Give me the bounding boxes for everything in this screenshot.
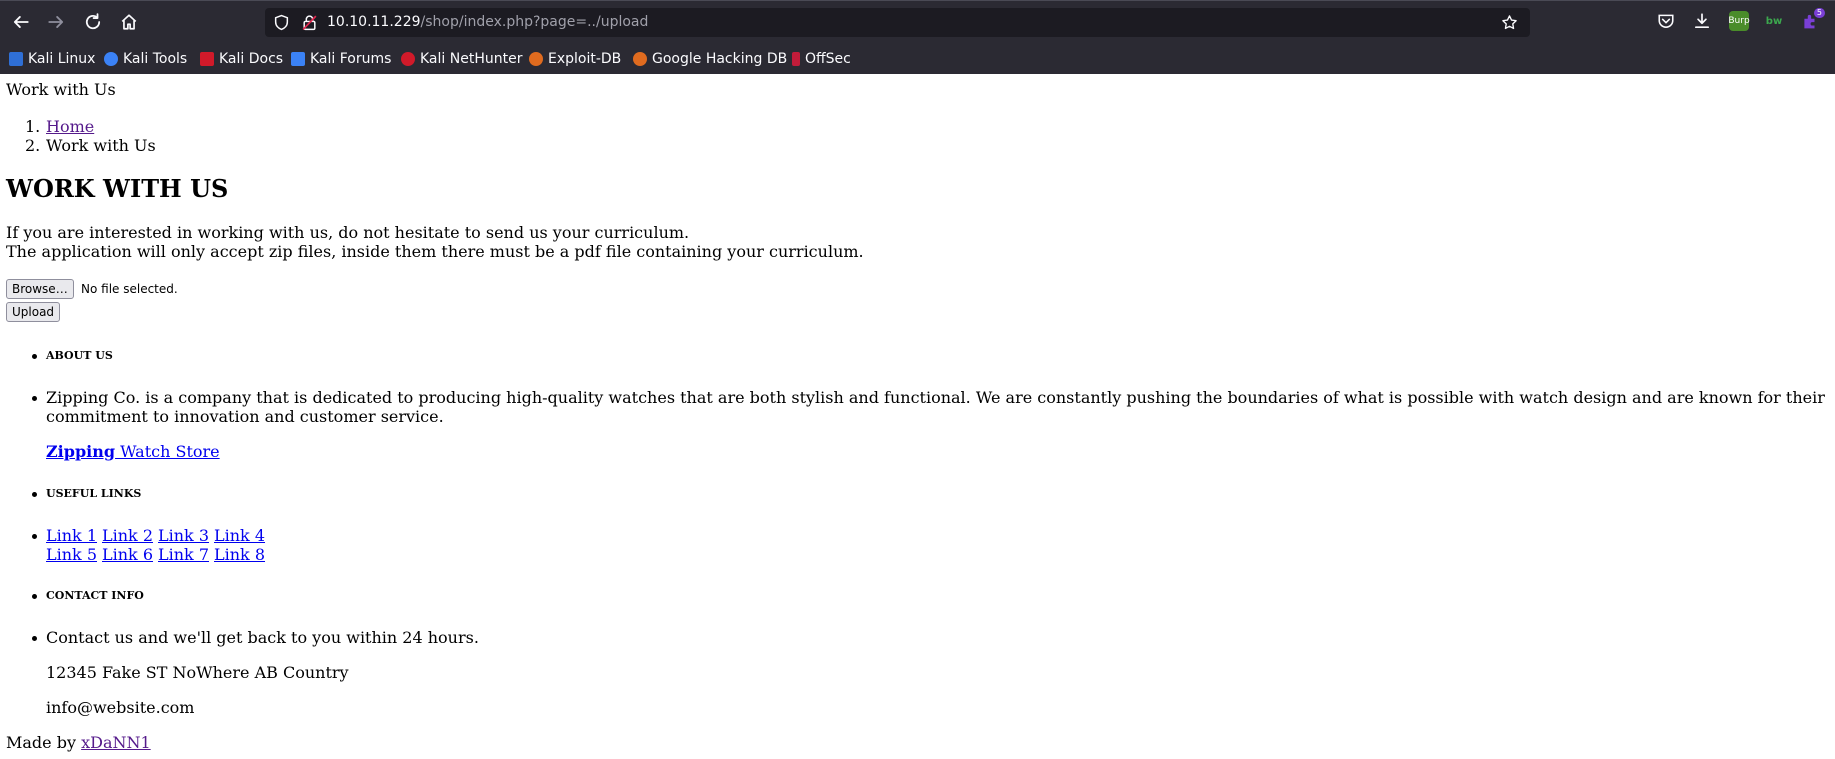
breadcrumb-home-link[interactable]: Home <box>46 117 94 136</box>
no-file-selected-text: No file selected. <box>81 282 178 296</box>
forward-button[interactable] <box>44 10 68 34</box>
footer-link-8[interactable]: Link 8 <box>214 545 265 564</box>
bookmark-kali-nethunter[interactable]: Kali NetHunter <box>401 49 522 69</box>
kali-dragon-icon <box>9 52 23 66</box>
burp-extension-label: Burp <box>1728 16 1750 26</box>
breadcrumb-number-1: 1. <box>25 117 41 136</box>
bookmark-offsec[interactable]: OffSec <box>792 49 851 69</box>
bookmark-label: Kali Linux <box>28 51 96 67</box>
extension-badge-count: 5 <box>1813 8 1825 18</box>
about-text-line-1: Zipping Co. is a company that is dedicat… <box>46 388 1825 407</box>
extension-badge-button[interactable]: 5 <box>1800 8 1825 31</box>
kali-nethunter-icon <box>401 52 415 66</box>
reload-button[interactable] <box>81 10 105 34</box>
burp-extension-icon[interactable]: Burp <box>1728 11 1750 31</box>
page-content: Work with Us 1. Home 2. Work with Us WOR… <box>0 74 1835 759</box>
browser-toolbar: 10.10.11.229/shop/index.php?page=../uplo… <box>0 0 1835 74</box>
brand-link[interactable]: Zipping Watch Store <box>46 442 220 461</box>
footer-link-4[interactable]: Link 4 <box>214 526 265 545</box>
bookmark-label: Exploit-DB <box>548 51 622 67</box>
bookmark-kali-forums[interactable]: Kali Forums <box>291 49 391 69</box>
footer-link-2[interactable]: Link 2 <box>102 526 153 545</box>
brand-bold: Zipping <box>46 442 116 461</box>
bookmark-label: Google Hacking DB <box>652 51 788 67</box>
list-bullet <box>32 594 37 599</box>
bookmark-kali-docs[interactable]: Kali Docs <box>200 49 283 69</box>
about-text-line-2: commitment to innovation and customer se… <box>46 407 444 426</box>
list-bullet <box>32 636 37 641</box>
bookmark-exploit-db[interactable]: Exploit-DB <box>529 49 621 69</box>
url-path: /shop/index.php?page=../upload <box>420 14 649 30</box>
list-bullet <box>32 492 37 497</box>
contact-email: info@website.com <box>46 698 195 717</box>
download-icon <box>1694 13 1710 29</box>
footer-link-6[interactable]: Link 6 <box>102 545 153 564</box>
home-icon <box>121 14 137 30</box>
bookmark-kali-linux[interactable]: Kali Linux <box>9 49 95 69</box>
arrow-right-icon <box>48 16 64 28</box>
about-heading: ABOUT US <box>46 349 113 362</box>
top-title: Work with Us <box>6 80 116 99</box>
url-host: 10.10.11.229 <box>327 14 421 30</box>
pocket-button[interactable] <box>1656 11 1676 31</box>
page-heading: WORK WITH US <box>6 174 229 203</box>
exploit-db-icon <box>529 52 543 66</box>
pocket-icon <box>1658 14 1674 28</box>
shield-icon[interactable] <box>273 14 290 31</box>
useful-links-heading: USEFUL LINKS <box>46 487 142 500</box>
brand-rest: Watch Store <box>115 442 220 461</box>
made-by-line: Made by xDaNN1 <box>6 733 151 752</box>
breadcrumb-current: Work with Us <box>46 136 156 155</box>
intro-line-2: The application will only accept zip fil… <box>6 242 864 261</box>
breadcrumb-number-2: 2. <box>25 136 41 155</box>
ghdb-icon <box>633 52 647 66</box>
browse-file-button[interactable]: Browse… <box>6 279 74 299</box>
url-text[interactable]: 10.10.11.229/shop/index.php?page=../uplo… <box>327 13 648 31</box>
arrow-left-icon <box>13 16 29 28</box>
bookmark-label: Kali Forums <box>310 51 392 67</box>
home-button[interactable] <box>117 10 141 34</box>
kali-forums-icon <box>291 52 305 66</box>
offsec-icon <box>792 52 800 66</box>
footer-link-7[interactable]: Link 7 <box>158 545 209 564</box>
reload-icon <box>85 13 101 30</box>
bookmark-label: Kali NetHunter <box>420 51 523 67</box>
bookmark-label: Kali Docs <box>219 51 284 67</box>
back-button[interactable] <box>9 10 33 34</box>
kali-tools-icon <box>104 52 118 66</box>
downloads-button[interactable] <box>1692 11 1712 31</box>
footer-link-1[interactable]: Link 1 <box>46 526 97 545</box>
contact-text: Contact us and we'll get back to you wit… <box>46 628 479 647</box>
footer-link-5[interactable]: Link 5 <box>46 545 97 564</box>
intro-line-1: If you are interested in working with us… <box>6 223 690 242</box>
upload-button[interactable]: Upload <box>6 302 61 322</box>
made-by-prefix: Made by <box>6 733 82 752</box>
insecure-lock-icon[interactable] <box>301 14 318 31</box>
contact-heading: CONTACT INFO <box>46 589 144 602</box>
bookmark-google-hacking-db[interactable]: Google Hacking DB <box>633 49 787 69</box>
list-bullet <box>32 534 37 539</box>
bookmarks-toolbar: Kali Linux Kali Tools Kali Docs Kali For… <box>0 44 1835 74</box>
bitwarden-extension-label: bw <box>1765 15 1783 27</box>
list-bullet <box>32 396 37 401</box>
bookmark-kali-tools[interactable]: Kali Tools <box>104 49 187 69</box>
window-top-border <box>0 0 1835 1</box>
list-bullet <box>32 354 37 359</box>
kali-docs-icon <box>200 52 214 66</box>
address-bar[interactable]: 10.10.11.229/shop/index.php?page=../uplo… <box>265 8 1530 37</box>
contact-address: 12345 Fake ST NoWhere AB Country <box>46 663 349 682</box>
bookmark-star-icon[interactable] <box>1501 14 1518 31</box>
bookmark-label: Kali Tools <box>123 51 188 67</box>
bookmark-label: OffSec <box>805 51 851 67</box>
bitwarden-extension-icon[interactable]: bw <box>1764 11 1784 31</box>
footer-link-3[interactable]: Link 3 <box>158 526 209 545</box>
author-link[interactable]: xDaNN1 <box>81 733 151 752</box>
